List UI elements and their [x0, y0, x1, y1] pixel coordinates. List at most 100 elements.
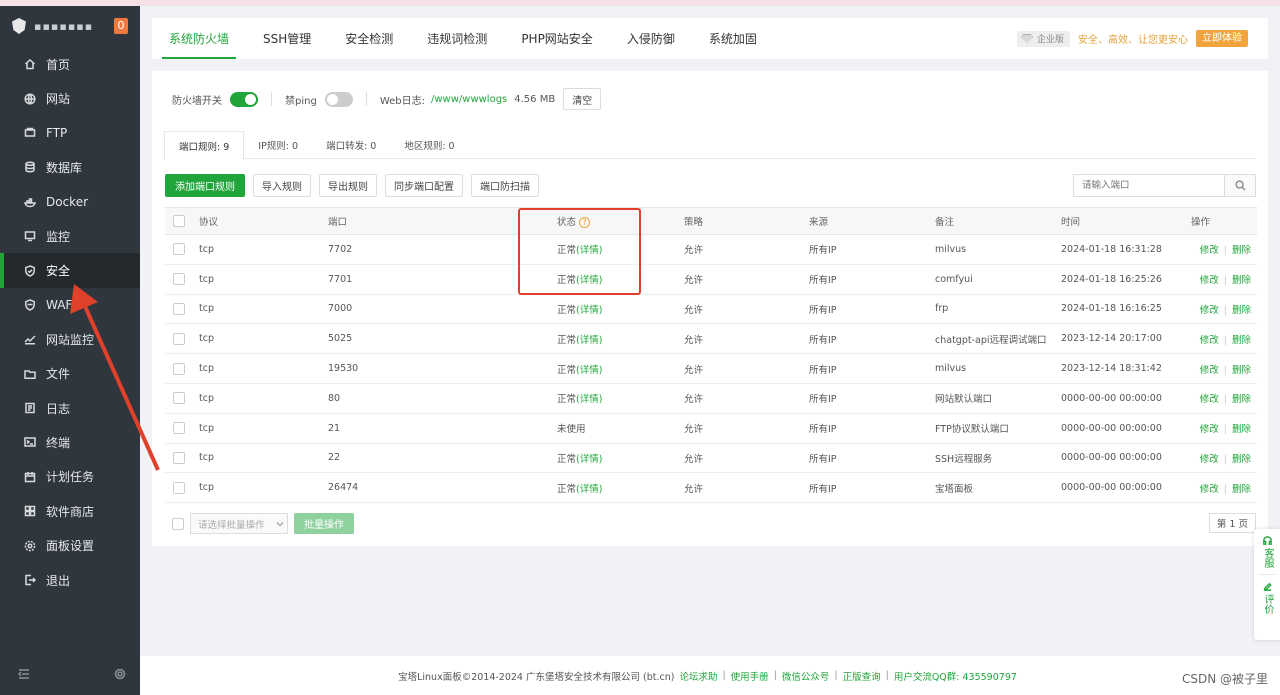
row-checkbox[interactable] [173, 362, 185, 375]
sidebar-item-settings[interactable]: 面板设置 [0, 528, 140, 562]
cell-remark: frp [935, 294, 1061, 325]
status-detail-link[interactable]: (详情) [576, 394, 602, 405]
sidebar-item-home[interactable]: 首页 [0, 47, 140, 81]
tab-3[interactable]: 违规词检测 [410, 18, 504, 59]
edit-link[interactable]: 修改 [1200, 394, 1219, 405]
delete-link[interactable]: 删除 [1232, 245, 1251, 256]
row-checkbox[interactable] [173, 243, 185, 256]
promo-area: 企业版 安全、高效、让您更安心 立即体验 [1016, 18, 1268, 59]
select-all-checkbox[interactable] [173, 215, 185, 227]
sidebar-item-store[interactable]: 软件商店 [0, 494, 140, 528]
row-checkbox[interactable] [173, 422, 185, 435]
tab-5[interactable]: 入侵防御 [610, 18, 692, 59]
status-detail-link[interactable]: (详情) [576, 484, 602, 495]
delete-link[interactable]: 删除 [1232, 454, 1251, 465]
edit-link[interactable]: 修改 [1200, 365, 1219, 376]
row-checkbox[interactable] [173, 273, 185, 286]
sidebar-item-label: 数据库 [46, 160, 83, 175]
status-detail-link[interactable]: (详情) [576, 335, 602, 346]
footer-link[interactable]: 论坛求助 [679, 669, 717, 683]
firewall-toggle[interactable] [230, 91, 258, 107]
top-strip [0, 0, 1280, 6]
cell-port: 80 [328, 383, 557, 414]
row-checkbox[interactable] [173, 302, 185, 315]
sidebar-item-terminal[interactable]: 终端 [0, 425, 140, 459]
cell-time: 0000-00-00 00:00:00 [1061, 413, 1191, 444]
delete-link[interactable]: 删除 [1232, 275, 1251, 286]
tab-1[interactable]: SSH管理 [246, 18, 328, 59]
sidebar-item-log[interactable]: 日志 [0, 391, 140, 425]
delete-link[interactable]: 删除 [1232, 484, 1251, 495]
status-detail-link[interactable]: (详情) [576, 365, 602, 376]
sidebar-item-waf[interactable]: WAF [0, 288, 140, 322]
edit-link[interactable]: 修改 [1200, 335, 1219, 346]
delete-link[interactable]: 删除 [1232, 365, 1251, 376]
port-search-input[interactable] [1074, 175, 1224, 196]
theme-settings-icon[interactable] [114, 668, 126, 683]
sidebar-item-database[interactable]: 数据库 [0, 150, 140, 184]
delete-link[interactable]: 删除 [1232, 424, 1251, 435]
ping-toggle[interactable] [324, 91, 353, 107]
batch-select-checkbox[interactable] [172, 517, 184, 530]
delete-link[interactable]: 删除 [1232, 394, 1251, 405]
rule-tab-0[interactable]: 端口规则: 9 [164, 131, 245, 160]
sidebar-item-monitor[interactable]: 监控 [0, 219, 140, 253]
sidebar-item-ftp[interactable]: FTP [0, 116, 140, 150]
edit-link[interactable]: 修改 [1200, 305, 1219, 316]
tab-6[interactable]: 系统加固 [692, 18, 774, 59]
edit-link[interactable]: 修改 [1200, 245, 1219, 256]
sidebar-item-chart[interactable]: 网站监控 [0, 322, 140, 356]
sidebar-item-label: FTP [46, 125, 68, 140]
feedback-button[interactable]: 评价 [1261, 581, 1273, 614]
row-checkbox[interactable] [173, 392, 185, 405]
sidebar-item-folder[interactable]: 文件 [0, 357, 140, 391]
page-indicator[interactable]: 第 1 页 [1208, 513, 1256, 533]
status-detail-link[interactable]: (详情) [576, 454, 602, 465]
sidebar-item-logout[interactable]: 退出 [0, 563, 140, 597]
export-rules-button[interactable]: 导出规则 [319, 174, 377, 197]
collapse-menu-icon[interactable] [17, 668, 30, 683]
footer-link[interactable]: 微信公众号 [782, 669, 830, 683]
port-scan-protection-button[interactable]: 端口防扫描 [471, 174, 539, 197]
row-checkbox[interactable] [173, 481, 185, 494]
footer-link[interactable]: 正版查询 [843, 669, 881, 683]
sidebar-item-docker[interactable]: Docker [0, 185, 140, 219]
weblog-path-link[interactable]: /www/wwwlogs [431, 94, 507, 105]
help-icon[interactable]: ? [579, 217, 591, 228]
customer-service-button[interactable]: 客服 [1261, 535, 1273, 568]
shield-icon [24, 264, 36, 277]
batch-action-button[interactable]: 批量操作 [294, 513, 354, 534]
batch-select[interactable]: 请选择批量操作 [190, 513, 288, 534]
cell-policy: 允许 [684, 264, 809, 295]
edit-link[interactable]: 修改 [1200, 424, 1219, 435]
try-now-button[interactable]: 立即体验 [1196, 30, 1248, 47]
sync-port-config-button[interactable]: 同步端口配置 [385, 174, 463, 197]
row-checkbox[interactable] [173, 451, 185, 464]
add-port-rule-button[interactable]: 添加端口规则 [165, 174, 245, 197]
chevron-down-icon [273, 520, 287, 528]
edit-link[interactable]: 修改 [1200, 454, 1219, 465]
delete-link[interactable]: 删除 [1232, 335, 1251, 346]
tab-2[interactable]: 安全检测 [328, 18, 410, 59]
search-button[interactable] [1224, 175, 1255, 196]
footer-link[interactable]: 用户交流QQ群: 435590797 [894, 669, 1017, 683]
sidebar-item-calendar[interactable]: 计划任务 [0, 460, 140, 494]
footer-link[interactable]: 使用手册 [731, 669, 769, 683]
tab-0[interactable]: 系统防火墙 [152, 18, 246, 59]
status-detail-link[interactable]: (详情) [576, 245, 602, 256]
edit-link[interactable]: 修改 [1200, 275, 1219, 286]
status-detail-link[interactable]: (详情) [576, 275, 602, 286]
clear-log-button[interactable]: 清空 [563, 88, 602, 110]
notification-badge[interactable]: 0 [114, 18, 128, 34]
sidebar-item-shield[interactable]: 安全 [0, 253, 140, 289]
rule-tab-2[interactable]: 端口转发: 0 [312, 131, 390, 159]
sidebar-item-globe[interactable]: 网站 [0, 81, 140, 115]
rule-tab-3[interactable]: 地区规则: 0 [390, 131, 468, 159]
tab-4[interactable]: PHP网站安全 [504, 18, 610, 59]
edit-link[interactable]: 修改 [1200, 484, 1219, 495]
import-rules-button[interactable]: 导入规则 [253, 174, 311, 197]
rule-tab-1[interactable]: IP规则: 0 [244, 131, 312, 159]
row-checkbox[interactable] [173, 332, 185, 345]
delete-link[interactable]: 删除 [1232, 305, 1251, 316]
status-detail-link[interactable]: (详情) [576, 305, 602, 316]
